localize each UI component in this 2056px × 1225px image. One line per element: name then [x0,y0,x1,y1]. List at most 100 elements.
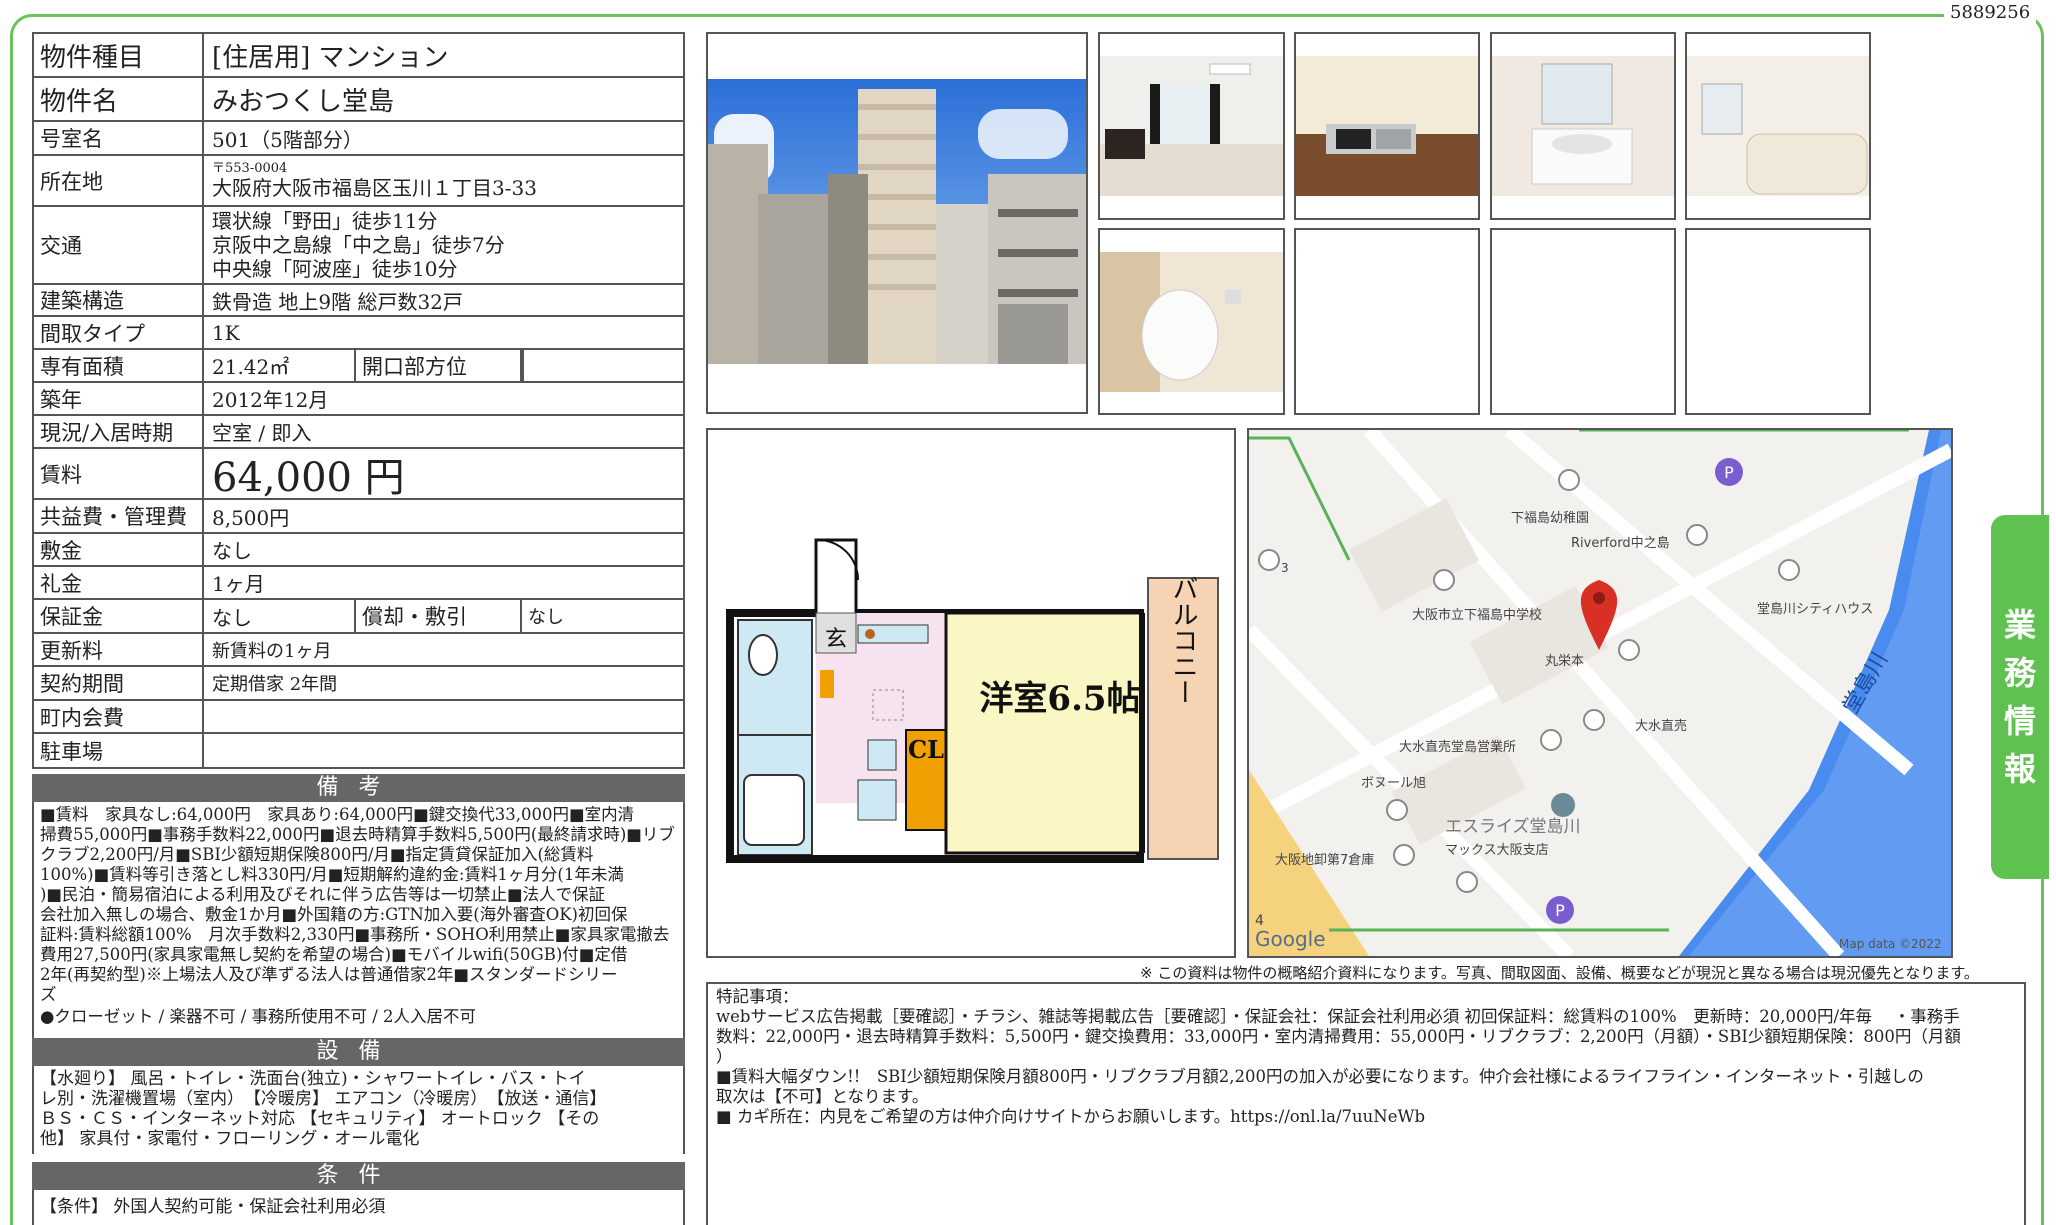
deposit-label: 敷金 [34,534,204,565]
building-exterior-image [708,79,1086,412]
toilet-image [1100,252,1283,392]
parking-value [204,734,683,767]
renewal-label: 更新料 [34,634,204,665]
name-label: 物件名 [34,78,204,120]
room-photo-2[interactable] [1294,32,1480,220]
contract-value: 定期借家 2年間 [212,674,338,695]
row-access: 交通 環状線「野田」徒歩11分 京阪中之島線「中之島」徒歩7分 中央線「阿波座」… [34,207,683,285]
remarks-line: 100%)■賃料等引き落とし料330円/月■短期解約違約金:賃料1ヶ月分(1年未… [40,865,624,884]
closet-label: CL [908,735,944,764]
access-label: 交通 [34,207,204,283]
empty-photo-slot [1490,228,1676,415]
map-attribution: Map data ©2022 [1839,937,1942,951]
direction-label: 開口部方位 [354,350,522,381]
row-built: 築年 2012年12月 [34,383,683,416]
map-label: 大阪地卸第7倉庫 [1275,852,1374,868]
tab-char: 務 [2003,654,2036,692]
remarks-line: ズ [40,985,57,1004]
row-rent: 賃料 64,000 円 [34,449,683,501]
map-label: Riverford中之島 [1571,536,1670,551]
remarks-line: 費用27,500円(家具家電無し契約を希望の場合)■モバイルwifi(50GB)… [40,945,628,964]
row-parking: 駐車場 [34,734,683,767]
row-area: 専有面積 21.42㎡ 開口部方位 [34,350,683,383]
layout-label: 間取タイプ [34,317,204,348]
remarks-body: ■賃料 家具なし:64,000円 家具あり:64,000円■鍵交換代33,000… [32,802,685,1038]
map-label: 堂島川シティハウス [1757,602,1873,617]
direction-value [522,350,683,381]
map-label: 大阪市立下福島中学校 [1412,607,1542,623]
amortization-value: なし [528,607,564,628]
row-layout: 間取タイプ 1K [34,317,683,350]
row-name: 物件名 みおつくし堂島 [34,78,683,122]
row-contract: 契約期間 定期借家 2年間 [34,667,683,701]
map-label: 大水直売 [1635,718,1687,734]
special-title: 特記事項： [716,987,799,1006]
special-line: 取次は【不可】となります。 [716,1087,929,1106]
conditions-text: 【条件】 外国人契約可能・保証会社利用必須 [40,1197,386,1217]
special-line: webサービス広告掲載［要確認］・チラシ、雑誌等掲載広告［要確認］・保証会社：保… [716,1007,1960,1026]
room-label: 洋室6.5帖 [979,679,1140,719]
row-address: 所在地 〒553-0004 大阪府大阪市福島区玉川１丁目3-33 [34,156,683,207]
special-line: ■賃料大幅ダウン!! SBI少額短期保険月額800円・リブクラブ月額2,200円… [716,1067,1924,1086]
conditions-heading: 条件 [32,1162,685,1190]
parking-label: 駐車場 [34,734,204,767]
equipment-body: 【水廻り】 風呂・トイレ・洗面台(独立)・シャワートイレ・バス・トイ レ別・洗濯… [32,1066,685,1154]
rent-label: 賃料 [34,449,204,498]
type-label: 物件種目 [34,34,204,76]
map-label: ボヌール旭 [1361,776,1426,791]
map-number: 3 [1281,561,1289,575]
remarks-line: 会社加入無しの場合、敷金1か月■外国籍の方:GTN加入要(海外審査OK)初回保 [40,905,628,924]
equipment-line: レ別・洗濯機置場（室内） 【冷暖房】 エアコン（冷暖房） 【放送・通信】 [40,1089,607,1109]
google-logo: Google [1255,927,1326,951]
address-value: 〒553-0004 大阪府大阪市福島区玉川１丁目3-33 [204,156,683,205]
room-photo-5[interactable] [1098,228,1285,415]
postal-code: 〒553-0004 [212,161,288,176]
access-line: 中央線「阿波座」徒歩10分 [212,257,458,281]
community-value [204,701,683,732]
special-line: 数料：22,000円・退去時精算手数料：5,500円・鍵交換費用：33,000円… [716,1027,1961,1046]
address-label: 所在地 [34,156,204,205]
row-fee: 共益費・管理費 8,500円 [34,500,683,534]
room-photo-3[interactable] [1490,32,1676,220]
remarks-line: 2年(再契約型)※上場法人及び準ずる法人は普通借家2年■スタンダードシリー [40,965,618,984]
remarks-line: 証料:賃料総額100% 月次手数料2,330円■事務所・SOHO利用禁止■家具家… [40,925,670,944]
rent-value: 64,000 円 [212,454,405,501]
status-label: 現況/入居時期 [34,416,204,447]
special-notes: 特記事項： webサービス広告掲載［要確認］・チラシ、雑誌等掲載広告［要確認］・… [706,982,2026,1225]
map-label: 下福島幼稚園 [1511,511,1589,526]
bathroom-image [1687,56,1869,196]
building-exterior-photo[interactable] [706,32,1088,414]
type-value: [住居用] マンション [212,42,449,73]
room-photo-1[interactable] [1098,32,1285,220]
keymoney-label: 礼金 [34,567,204,598]
name-value: みおつくし堂島 [212,86,395,117]
entrance-label: 玄 [825,627,847,652]
room-photo-4[interactable] [1685,32,1871,220]
floor-plan[interactable]: 洋室6.5帖 CL 玄 バルコニー [706,428,1236,958]
access-line: 京阪中之島線「中之島」徒歩7分 [212,233,505,257]
equipment-heading: 設備 [32,1038,685,1066]
contract-label: 契約期間 [34,667,204,699]
equipment-line: 【水廻り】 風呂・トイレ・洗面台(独立)・シャワートイレ・バス・トイ [40,1069,586,1089]
row-renewal: 更新料 新賃料の1ヶ月 [34,634,683,667]
access-line: 環状線「野田」徒歩11分 [212,209,438,233]
empty-photo-slot [1685,228,1871,415]
disclaimer-notice: ※ この資料は物件の概略紹介資料になります。写真、間取図面、設備、概要などが現況… [1140,964,1979,982]
map-label: 丸栄本 [1545,654,1584,669]
floor-plan-drawing: 洋室6.5帖 CL 玄 バルコニー [726,538,1219,863]
map-drawing: P P 下福島幼稚園 Riverford中之島 大阪市立下福島中学校 堂島川シテ… [1249,430,1951,956]
row-guarantee: 保証金 なし 償却・敷引 なし [34,600,683,634]
remarks-line: ■賃料 家具なし:64,000円 家具あり:64,000円■鍵交換代33,000… [40,805,635,824]
property-table: 物件種目 [住居用] マンション 物件名 みおつくし堂島 号室名 501（5階部… [32,32,685,769]
row-keymoney: 礼金 1ヶ月 [34,567,683,600]
map-label: マックス大阪支店 [1445,843,1549,858]
remarks-line: 掃費55,000円■事務手数料22,000円■退去時精算手数料5,500円(最終… [40,825,675,844]
business-info-tab[interactable]: 業 務 情 報 [1991,515,2049,879]
location-map[interactable]: P P 下福島幼稚園 Riverford中之島 大阪市立下福島中学校 堂島川シテ… [1247,428,1953,958]
address-text: 大阪府大阪市福島区玉川１丁目3-33 [212,176,537,200]
remarks-line: クラブ2,200円/月■SBI少額短期保険800円/月■指定賃貸保証加入(総賃料 [40,845,594,864]
equipment-line: 他】 家具付・家電付・フローリング・オール電化 [40,1129,420,1149]
map-label: エスライズ堂島川 [1445,817,1581,837]
layout-value: 1K [212,320,240,345]
map-label: 大水直売堂島営業所 [1399,739,1516,755]
